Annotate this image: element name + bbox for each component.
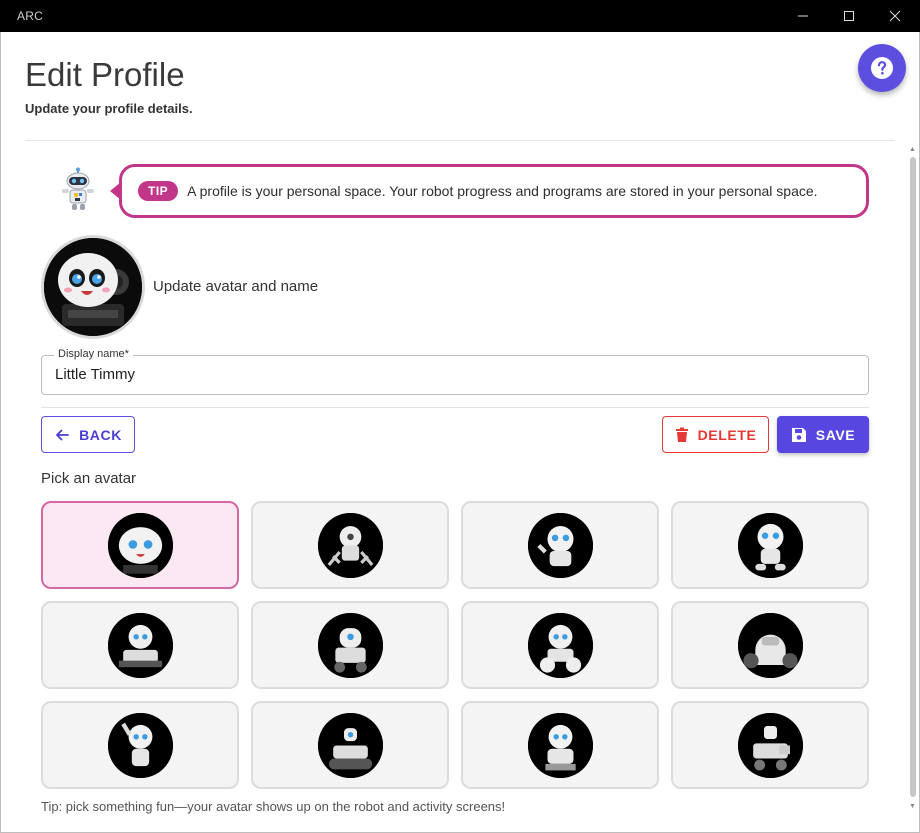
avatar-option-11[interactable] bbox=[461, 701, 659, 789]
robot-avatar-icon bbox=[737, 612, 803, 678]
page-title: Edit Profile bbox=[25, 56, 185, 93]
avatar-option-10[interactable] bbox=[251, 701, 449, 789]
pick-avatar-heading: Pick an avatar bbox=[41, 470, 137, 487]
back-button-label: BACK bbox=[79, 426, 122, 443]
robot-avatar-icon bbox=[107, 712, 173, 778]
help-icon bbox=[871, 57, 893, 79]
save-button[interactable]: SAVE bbox=[777, 416, 869, 453]
avatar-option-4[interactable] bbox=[671, 501, 869, 589]
maximize-icon bbox=[844, 11, 854, 21]
avatar-option-12[interactable] bbox=[671, 701, 869, 789]
page-subtitle: Update your profile details. bbox=[25, 101, 193, 116]
avatar-option-6[interactable] bbox=[251, 601, 449, 689]
avatar-option-3[interactable] bbox=[461, 501, 659, 589]
delete-button[interactable]: DELETE bbox=[662, 416, 769, 453]
display-name-label: Display name* bbox=[54, 348, 133, 360]
scrollbar-thumb[interactable] bbox=[910, 157, 916, 797]
tip-badge: TIP bbox=[138, 181, 179, 201]
avatar-option-1[interactable] bbox=[41, 501, 239, 589]
avatar-option-9[interactable] bbox=[41, 701, 239, 789]
tip-robot-icon bbox=[57, 167, 99, 211]
minimize-icon bbox=[798, 15, 808, 17]
avatar-section-heading: Update avatar and name bbox=[153, 278, 319, 295]
back-button[interactable]: BACK bbox=[41, 416, 135, 453]
avatar-grid bbox=[41, 501, 869, 790]
window-title: ARC bbox=[17, 9, 43, 23]
arrow-left-icon bbox=[54, 427, 70, 443]
trash-icon bbox=[675, 427, 689, 443]
footer-tip: Tip: pick something fun—your avatar show… bbox=[41, 799, 506, 814]
robot-avatar-icon bbox=[44, 238, 142, 336]
robot-avatar-icon bbox=[527, 712, 593, 778]
display-name-input[interactable] bbox=[55, 366, 835, 383]
avatar-option-2[interactable] bbox=[251, 501, 449, 589]
robot-avatar-icon bbox=[737, 712, 803, 778]
form-divider bbox=[41, 407, 869, 408]
delete-button-label: DELETE bbox=[697, 426, 757, 443]
close-icon bbox=[889, 10, 901, 22]
scroll-up-arrow[interactable]: ▲ bbox=[909, 146, 916, 153]
current-avatar[interactable] bbox=[41, 235, 145, 339]
scroll-down-arrow[interactable]: ▼ bbox=[909, 803, 916, 810]
avatar-option-5[interactable] bbox=[41, 601, 239, 689]
avatar-option-8[interactable] bbox=[671, 601, 869, 689]
robot-avatar-icon bbox=[527, 512, 593, 578]
minimize-button[interactable] bbox=[780, 0, 826, 32]
robot-avatar-icon bbox=[737, 512, 803, 578]
maximize-button[interactable] bbox=[826, 0, 872, 32]
close-button[interactable] bbox=[872, 0, 918, 32]
robot-avatar-icon bbox=[317, 612, 383, 678]
robot-avatar-icon bbox=[107, 512, 173, 578]
header-divider bbox=[25, 140, 895, 141]
save-icon bbox=[791, 427, 807, 443]
robot-avatar-icon bbox=[317, 712, 383, 778]
tip-text: A profile is your personal space. Your r… bbox=[187, 183, 818, 199]
robot-avatar-icon bbox=[107, 612, 173, 678]
tip-callout: TIP A profile is your personal space. Yo… bbox=[110, 164, 869, 218]
avatar-option-7[interactable] bbox=[461, 601, 659, 689]
help-button[interactable] bbox=[858, 44, 906, 92]
robot-avatar-icon bbox=[527, 612, 593, 678]
robot-avatar-icon bbox=[317, 512, 383, 578]
save-button-label: SAVE bbox=[815, 426, 856, 443]
window-titlebar: ARC bbox=[0, 0, 920, 32]
